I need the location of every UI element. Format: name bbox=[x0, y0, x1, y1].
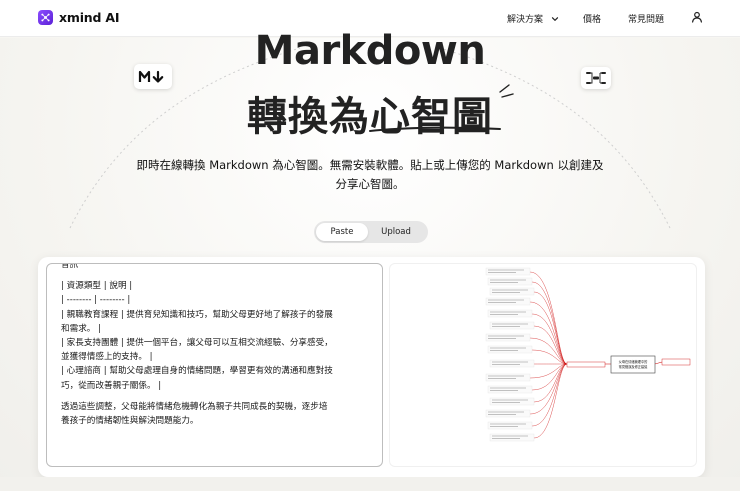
hero-subtitle: 即時在線轉換 Markdown 為心智圖。無需安裝軟體。貼上或上傳您的 Mark… bbox=[120, 156, 620, 194]
page-bottom-strip bbox=[0, 477, 740, 491]
xmind-logo-icon bbox=[38, 10, 53, 25]
nav-faq-label: 常見問題 bbox=[628, 15, 665, 25]
mindmap-subtopic bbox=[485, 373, 531, 382]
nav-pricing-label: 價格 bbox=[583, 15, 602, 25]
mindmap-branch bbox=[531, 363, 568, 427]
editor-line: | 心理諮商 | 幫助父母處理自身的情緒問題，學習更有效的溝通和應對技 bbox=[61, 366, 333, 377]
mindmap-subtopic bbox=[489, 287, 535, 296]
nav-solutions-menu[interactable]: 解決方案 bbox=[507, 12, 560, 25]
hero-subtitle-line2: 分享心智圖。 bbox=[335, 177, 405, 191]
mindmap-branch bbox=[533, 363, 568, 439]
mindmap-subtopic bbox=[485, 333, 531, 342]
mindmap-subtopic bbox=[485, 409, 531, 418]
mindmap-subtopic bbox=[487, 421, 533, 430]
editor-line: 音訊 bbox=[61, 263, 79, 270]
chevron-down-icon bbox=[551, 16, 559, 21]
mindmap-subtopic bbox=[487, 277, 533, 286]
mindmap-subtopic bbox=[485, 297, 531, 306]
editor-line: 並獲得情感上的支持。 | bbox=[61, 352, 153, 363]
converter-card: 音訊 | 資源類型 | 說明 | | -------- | -------- | | … bbox=[38, 257, 705, 477]
brand-logo[interactable]: xmind AI bbox=[38, 10, 119, 25]
mindmap-subtopic bbox=[489, 397, 535, 406]
mindmap-subtopic bbox=[489, 321, 535, 330]
editor-line: 養孩子的情緒韌性與解決問題能力。 bbox=[61, 416, 199, 427]
mindmap-subtopic bbox=[489, 359, 535, 368]
nav-faq-link[interactable]: 常見問題 bbox=[628, 12, 664, 25]
mindmap-main-topic bbox=[566, 361, 606, 368]
hero-title-markdown: Markdown bbox=[254, 28, 486, 74]
editor-line: 巧，從而改善親子關係。 | bbox=[61, 380, 162, 391]
mindmap-branch bbox=[531, 281, 568, 365]
editor-content: 音訊 | 資源類型 | 說明 | | -------- | -------- | | … bbox=[61, 263, 371, 428]
user-icon bbox=[692, 11, 702, 23]
brand-name: xmind AI bbox=[59, 10, 120, 25]
editor-line: | 資源類型 | 說明 | bbox=[61, 281, 133, 292]
mindmap-subtopic bbox=[489, 433, 535, 442]
mindmap-branch bbox=[529, 337, 568, 365]
mindmap-canvas: 父母在情緒管理中的常見錯誤及修正建議 bbox=[485, 267, 691, 442]
nav-pricing-link[interactable]: 價格 bbox=[583, 12, 601, 25]
title-underline-stroke bbox=[369, 126, 501, 132]
hero-subtitle-line1: 即時在線轉換 Markdown 為心智圖。無需安裝軟體。貼上或上傳您的 Mark… bbox=[136, 158, 604, 172]
mindmap-subtopic bbox=[487, 345, 533, 354]
editor-line: | 家長支持團體 | 提供一個平台，讓父母可以互相交流經驗、分享感受， bbox=[61, 338, 333, 349]
right-node-box bbox=[661, 358, 691, 366]
title-spark-accent bbox=[499, 84, 514, 98]
paste-tab[interactable]: Paste bbox=[316, 223, 368, 241]
editor-line: | -------- | -------- | bbox=[61, 295, 131, 306]
mindmap-subtopic bbox=[487, 309, 533, 318]
right-node-line bbox=[654, 361, 663, 365]
input-mode-switch: Paste Upload bbox=[314, 221, 428, 243]
editor-line: 透過這些調整，父母能將情緒危機轉化為親子共同成長的契機，逐步培 bbox=[61, 401, 328, 412]
editor-line: 和需求。 | bbox=[61, 323, 102, 334]
mindmap-preview[interactable]: 父母在情緒管理中的常見錯誤及修正建議 bbox=[389, 263, 697, 467]
user-account-button[interactable] bbox=[691, 11, 703, 23]
markdown-editor[interactable]: 音訊 | 資源類型 | 說明 | | -------- | -------- | | … bbox=[46, 263, 383, 467]
upload-tab[interactable]: Upload bbox=[368, 223, 424, 241]
mindmap-subtopic bbox=[485, 267, 531, 276]
editor-line: | 親職教育課程 | 提供育兒知識和技巧，幫助父母更好地了解孩子的發展 bbox=[61, 309, 333, 320]
mindmap-subtopic bbox=[487, 385, 533, 394]
nav-solutions-label: 解決方案 bbox=[507, 15, 544, 25]
